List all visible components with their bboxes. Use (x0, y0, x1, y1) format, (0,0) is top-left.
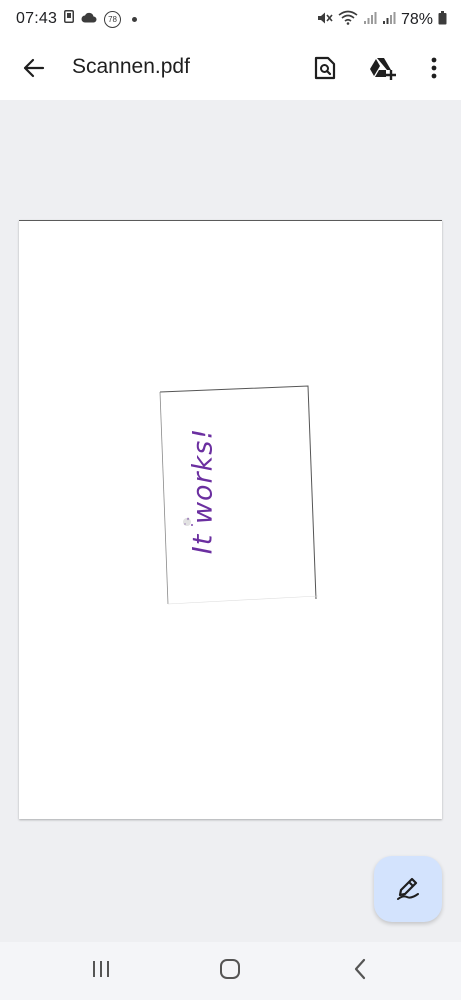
add-to-drive-icon (369, 56, 397, 85)
signal-icon (363, 11, 377, 30)
notification-badge-icon: 78 (104, 10, 122, 28)
wifi-icon (338, 10, 358, 30)
app-bar: Scannen.pdf (0, 40, 461, 100)
signal-icon (382, 11, 396, 30)
edit-pen-icon (395, 874, 421, 905)
status-bar-right: 78% (317, 10, 447, 30)
status-bar: 07:43 78 78% (0, 0, 461, 40)
add-to-drive-button[interactable] (365, 52, 401, 88)
search-document-button[interactable] (307, 52, 343, 88)
back-nav-button[interactable] (345, 956, 375, 986)
pdf-page[interactable]: It works! (19, 220, 442, 819)
mute-icon (317, 11, 333, 30)
status-bar-left: 07:43 78 (16, 10, 138, 28)
back-icon (353, 958, 367, 985)
arrow-back-icon (23, 58, 45, 83)
document-title: Scannen.pdf (72, 55, 190, 78)
recents-button[interactable] (86, 956, 116, 986)
more-vert-icon (431, 57, 437, 84)
search-document-icon (314, 56, 336, 85)
document-viewer[interactable]: It works! (0, 100, 461, 942)
cloud-icon (81, 10, 97, 28)
more-options-button[interactable] (416, 52, 452, 88)
back-button[interactable] (16, 52, 52, 88)
status-time: 07:43 (16, 10, 58, 27)
dot-icon (132, 16, 138, 22)
system-nav-bar (0, 942, 461, 1000)
recents-icon (91, 960, 111, 983)
edit-fab-button[interactable] (374, 856, 442, 922)
sim-card-icon (64, 10, 75, 28)
home-button[interactable] (215, 956, 245, 986)
scanned-note-image: It works! (158, 384, 320, 606)
battery-percent: 78% (400, 11, 433, 28)
battery-icon (438, 10, 447, 30)
handwritten-text: It works! (187, 427, 219, 555)
home-icon (219, 958, 241, 985)
